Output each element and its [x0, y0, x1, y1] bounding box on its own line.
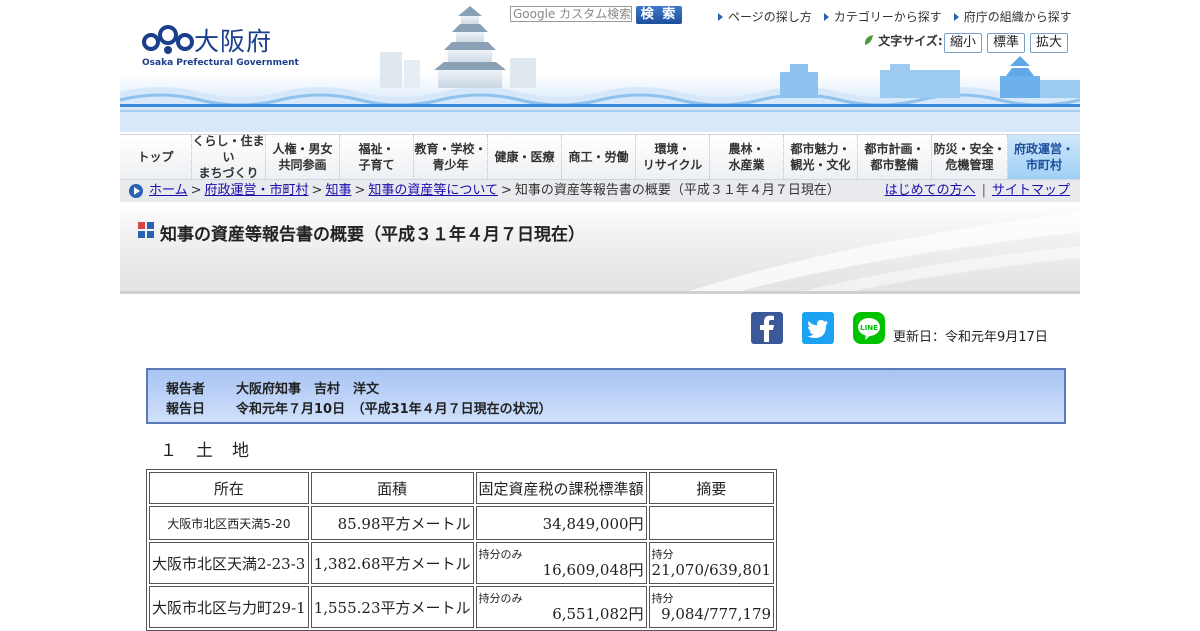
cell-tax-note: 持分のみ [478, 591, 523, 605]
nav-tourism[interactable]: 都市魅力・ 観光・文化 [784, 135, 858, 179]
report-date-value: 令和元年７月10日 （平成31年４月７日現在の状況） [236, 402, 552, 417]
reporter-box: 報告者 大阪府知事 吉村 洋文 報告日 令和元年７月10日 （平成31年４月７日現在… [146, 368, 1066, 424]
cell-note-tag: 持分 [651, 547, 674, 561]
link-organization-search[interactable]: 府庁の組織から探す [953, 10, 1072, 24]
breadcrumb-home[interactable]: ホーム [149, 183, 188, 198]
cell-note: 持分 9,084/777,179 [648, 586, 775, 628]
cell-note-value: 21,070/639,801 [651, 560, 772, 579]
breadcrumb-government[interactable]: 府政運営・市町村 [205, 183, 309, 198]
twitter-share-button[interactable] [802, 312, 834, 344]
table-row: 大阪市北区天満2-23-3 1,382.68平方メートル 持分のみ 16,609,… [149, 542, 775, 584]
nav-commerce[interactable]: 商工・労働 [562, 135, 636, 179]
nav-disaster[interactable]: 防災・安全・ 危機管理 [932, 135, 1008, 179]
breadcrumb-arrow-icon [129, 184, 143, 198]
link-how-to-find[interactable]: ページの探し方 [718, 10, 812, 24]
link-sitemap[interactable]: サイトマップ [992, 183, 1070, 198]
cell-tax-note: 持分のみ [478, 547, 523, 561]
page: 大阪府 Osaka Prefectural Government Google … [120, 0, 1080, 631]
title-band-swoosh-decoration [689, 212, 1080, 291]
nav-top[interactable]: トップ [120, 135, 192, 179]
cell-tax: 34,849,000円 [475, 506, 647, 540]
header-area: 面積 [310, 472, 474, 504]
nav-urban-planning[interactable]: 都市計画・ 都市整備 [858, 135, 932, 179]
title-band: 知事の資産等報告書の概要（平成３１年４月７日現在） [120, 202, 1080, 294]
global-nav: トップ くらし・住まい まちづくり 人権・男女 共同参画 福祉・ 子育て 教育・学校・… [120, 134, 1080, 180]
cell-note: 持分 21,070/639,801 [648, 542, 775, 584]
line-share-button[interactable]: LINE [853, 312, 885, 344]
city-skyline-illustration [780, 56, 1080, 98]
header-tax: 固定資産税の課税標準額 [475, 472, 647, 504]
cell-tax-value: 16,609,048円 [542, 560, 644, 579]
logo-english-text: Osaka Prefectural Government [142, 58, 299, 68]
arrow-right-icon [953, 13, 959, 21]
breadcrumb-assets[interactable]: 知事の資産等について [368, 183, 498, 198]
header-location: 所在 [149, 472, 309, 504]
reporter-value: 大阪府知事 吉村 洋文 [236, 382, 380, 397]
cell-area: 85.98平方メートル [310, 506, 474, 540]
cell-tax-value: 6,551,082円 [552, 604, 644, 623]
twitter-icon [807, 320, 828, 338]
reporter-label: 報告者 [166, 382, 206, 397]
updated-date: 更新日：令和元年9月17日 [893, 330, 1048, 345]
facebook-icon [760, 315, 774, 342]
top-links: ページの探し方 カテゴリーから探す 府庁の組織から探す [718, 8, 1080, 25]
table-header-row: 所在 面積 固定資産税の課税標準額 摘要 [149, 472, 775, 504]
facebook-share-button[interactable] [751, 312, 783, 344]
nav-living[interactable]: くらし・住まい まちづくり [192, 134, 266, 180]
nav-agriculture[interactable]: 農林・ 水産業 [710, 135, 784, 179]
site-header: 大阪府 Osaka Prefectural Government Google … [120, 0, 1080, 132]
table-row: 大阪市北区西天満5-20 85.98平方メートル 34,849,000円 [149, 506, 775, 540]
cell-note [648, 506, 775, 540]
nav-health[interactable]: 健康・医療 [488, 135, 562, 179]
page-title: 知事の資産等報告書の概要（平成３１年４月７日現在） [160, 225, 585, 245]
link-category-search[interactable]: カテゴリーから探す [823, 10, 942, 24]
nav-environment[interactable]: 環境・ リサイクル [636, 135, 710, 179]
arrow-right-icon [823, 13, 829, 21]
nav-education[interactable]: 教育・学校・ 青少年 [414, 135, 488, 179]
nav-welfare[interactable]: 福祉・ 子育て [340, 135, 414, 179]
header-note: 摘要 [648, 472, 775, 504]
section-heading: １ 土 地 [160, 441, 250, 461]
svg-text:LINE: LINE [860, 324, 878, 332]
link-first-time[interactable]: はじめての方へ [885, 183, 976, 198]
nav-government[interactable]: 府政運営・ 市町村 [1008, 135, 1080, 179]
search-input[interactable]: Google カスタム検索 [510, 6, 632, 22]
logo-text: 大阪府 [194, 27, 273, 56]
land-table: 所在 面積 固定資産税の課税標準額 摘要 大阪市北区西天満5-20 85.98平… [146, 469, 778, 631]
table-row: 大阪市北区与力町29-1 1,555.23平方メートル 持分のみ 6,551,08… [149, 586, 775, 628]
nav-human-rights[interactable]: 人権・男女 共同参画 [266, 135, 340, 179]
osaka-logo[interactable]: 大阪府 Osaka Prefectural Government [142, 22, 299, 74]
cell-note-tag: 持分 [651, 591, 674, 605]
cell-location: 大阪市北区天満2-23-3 [149, 542, 309, 584]
cell-location: 大阪市北区西天満5-20 [149, 506, 309, 540]
cell-tax: 持分のみ 16,609,048円 [475, 542, 647, 584]
breadcrumb-governor[interactable]: 知事 [325, 183, 351, 198]
cell-tax: 持分のみ 6,551,082円 [475, 586, 647, 628]
breadcrumb: ホーム > 府政運営・市町村 > 知事 > 知事の資産等について > 知事の資産等報告書の概要（… [120, 180, 1080, 202]
cell-area: 1,382.68平方メートル [310, 542, 474, 584]
title-square-icon [138, 222, 154, 238]
leaf-icon [864, 35, 873, 45]
font-size-smaller-button[interactable]: 縮小 [944, 33, 982, 53]
breadcrumb-current: 知事の資産等報告書の概要（平成３１年４月７日現在） [514, 183, 840, 198]
arrow-right-icon [718, 13, 723, 21]
font-size-label: 文字サイズ: [864, 32, 943, 49]
line-icon: LINE [858, 318, 880, 340]
font-size-larger-button[interactable]: 拡大 [1030, 33, 1068, 53]
cell-area: 1,555.23平方メートル [310, 586, 474, 628]
cell-location: 大阪市北区与力町29-1 [149, 586, 309, 628]
report-date-label: 報告日 [166, 402, 206, 417]
cell-note-value: 9,084/777,179 [661, 604, 772, 623]
osaka-emblem-icon [142, 25, 194, 54]
font-size-standard-button[interactable]: 標準 [987, 33, 1025, 53]
search-button[interactable]: 検 索 [636, 6, 682, 24]
